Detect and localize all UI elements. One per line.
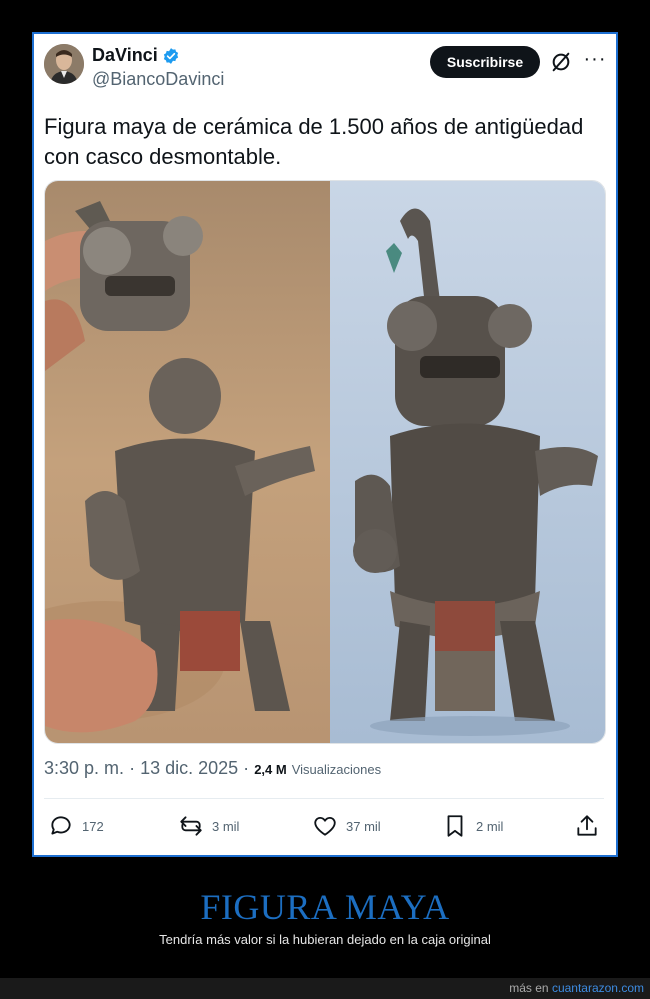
more-options-button[interactable]: ···	[582, 49, 608, 72]
x-logo-icon[interactable]	[550, 51, 572, 73]
like-count: 37 mil	[346, 818, 381, 834]
views-count: 2,4 M	[254, 762, 287, 777]
share-button[interactable]	[574, 808, 600, 844]
reply-button[interactable]: 172	[48, 808, 104, 844]
tweet-meta: 3:30 p. m. · 13 dic. 2025 · 2,4 M Visual…	[44, 758, 604, 779]
meta-separator: ·	[243, 758, 250, 778]
share-upload-icon	[577, 815, 597, 836]
tweet-media[interactable]	[44, 180, 606, 744]
excavation-figurine-photo[interactable]	[45, 181, 330, 743]
repost-button[interactable]: 3 mil	[178, 808, 239, 844]
footer-prefix: más en	[509, 981, 549, 995]
heart-icon	[314, 816, 336, 836]
user-handle[interactable]: @BiancoDavinci	[92, 69, 224, 90]
reply-count: 172	[82, 818, 104, 834]
site-footer: más en cuantarazon.com	[0, 978, 650, 999]
display-name-text[interactable]: DaVinci	[92, 45, 158, 66]
tweet-card: DaVinci @BiancoDavinci Suscribirse ··· F…	[34, 34, 616, 855]
tweet-time[interactable]: 3:30 p. m.	[44, 758, 124, 778]
display-name[interactable]: DaVinci	[92, 45, 180, 66]
views-label: Visualizaciones	[291, 762, 382, 777]
action-bar: 172 3 mil 37 mil 2 mil	[34, 808, 616, 844]
bookmark-icon	[447, 815, 463, 837]
bookmark-count: 2 mil	[476, 818, 504, 834]
speech-bubble-icon	[51, 816, 71, 835]
avatar[interactable]	[44, 44, 84, 84]
verified-badge-icon	[163, 47, 178, 64]
repost-arrows-icon	[180, 816, 202, 836]
footer-site-link[interactable]: cuantarazon.com	[552, 981, 644, 995]
repost-count: 3 mil	[212, 818, 240, 834]
post-frame: DaVinci @BiancoDavinci Suscribirse ··· F…	[32, 32, 618, 857]
tweet-text: Figura maya de cerámica de 1.500 años de…	[44, 114, 584, 169]
tweet-date[interactable]: 13 dic. 2025	[140, 758, 238, 778]
avatar-portrait	[44, 44, 84, 84]
like-button[interactable]: 37 mil	[312, 808, 381, 844]
meta-separator: ·	[129, 758, 136, 778]
caption-subtitle: Tendría más valor si la hubieran dejado …	[159, 932, 491, 947]
subscribe-button[interactable]: Suscribirse	[430, 46, 540, 78]
museum-figurine-photo[interactable]	[330, 181, 606, 743]
divider	[44, 798, 604, 799]
caption-title: FIGURA MAYA	[200, 887, 450, 927]
bookmark-button[interactable]: 2 mil	[442, 808, 503, 844]
